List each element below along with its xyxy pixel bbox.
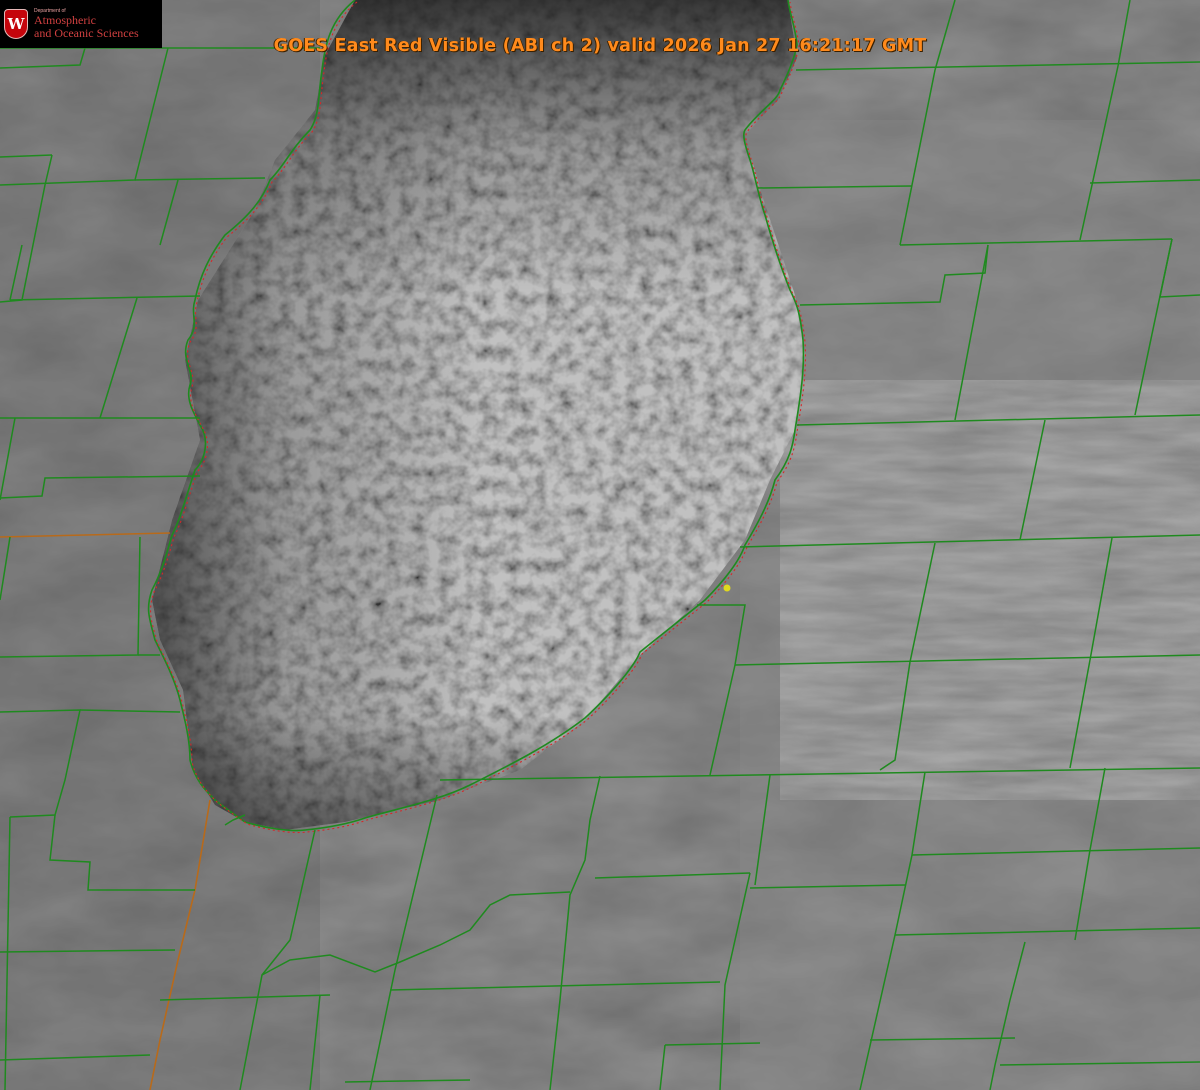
department-name: Department of Atmospheric and Oceanic Sc… xyxy=(34,8,139,39)
uw-crest-icon: W xyxy=(4,9,28,39)
satellite-viewer: W Department of Atmospheric and Oceanic … xyxy=(0,0,1200,1090)
crest-letter: W xyxy=(7,15,25,33)
dept-line-1: Atmospheric xyxy=(34,13,96,28)
image-title: GOES East Red Visible (ABI ch 2) valid 2… xyxy=(273,36,927,56)
satellite-image xyxy=(0,0,1200,1090)
